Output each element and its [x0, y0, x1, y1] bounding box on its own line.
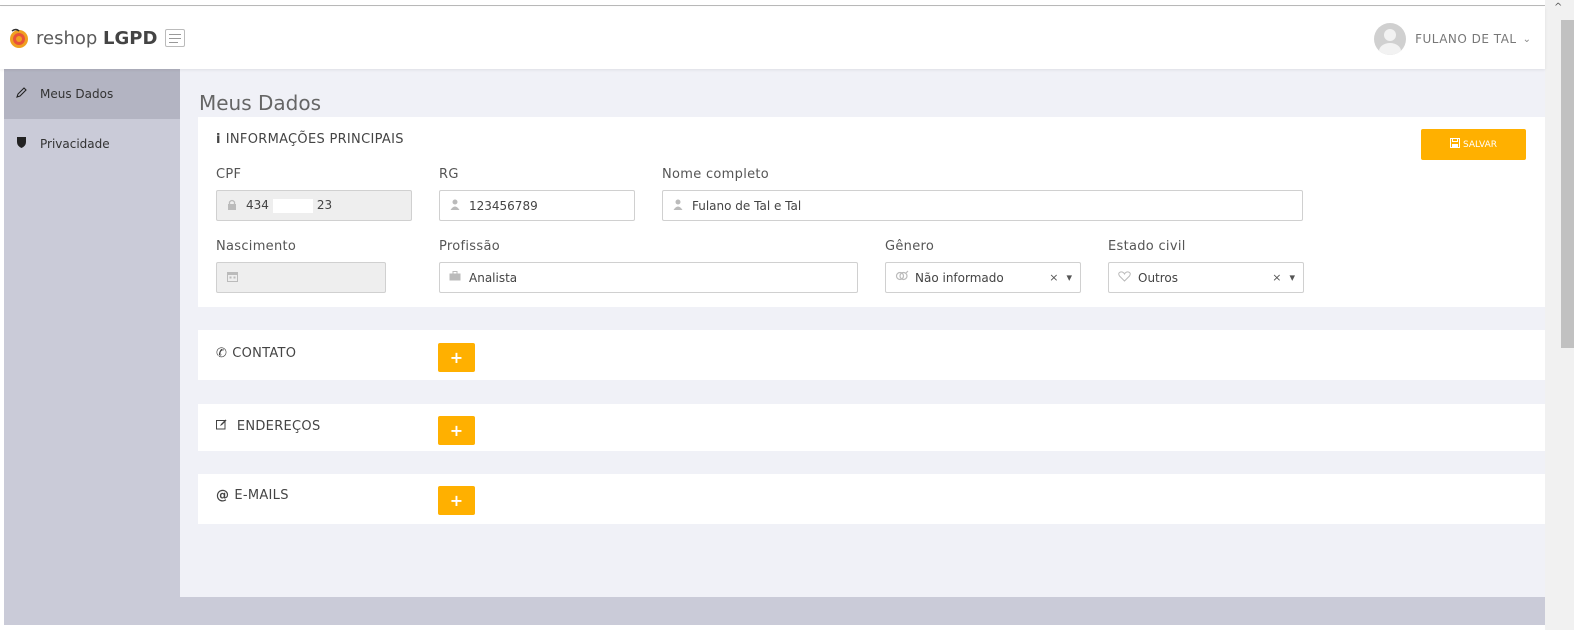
rg-value: 123456789: [469, 198, 538, 213]
brand-name: reshop LGPD: [36, 27, 158, 49]
brand-logo[interactable]: reshop LGPD: [8, 27, 186, 49]
sidebar: Meus Dados Privacidade: [4, 69, 180, 625]
sidebar-item-label: Privacidade: [40, 137, 110, 151]
edit-icon: [216, 419, 232, 434]
floppy-disk-icon: [1449, 138, 1460, 151]
calendar-icon: [226, 271, 238, 285]
contato-title: ✆ CONTATO: [216, 346, 297, 361]
clear-icon[interactable]: ×: [1272, 271, 1281, 284]
contato-card: ✆ CONTATO +: [198, 330, 1545, 380]
caret-down-icon[interactable]: ▾: [1066, 271, 1072, 284]
add-contato-button[interactable]: +: [438, 343, 475, 372]
user-name: FULANO DE TAL: [1415, 32, 1517, 46]
briefcase-icon: [449, 271, 461, 284]
rg-field[interactable]: 123456789: [439, 190, 635, 221]
brand-logo-icon: [10, 28, 28, 48]
nome-field[interactable]: Fulano de Tal e Tal: [662, 190, 1303, 221]
sidebar-item-label: Meus Dados: [40, 87, 114, 101]
scrollbar-thumb[interactable]: [1561, 20, 1574, 348]
estado-civil-label: Estado civil: [1108, 239, 1186, 254]
main-info-title: i INFORMAÇÕES PRINCIPAIS: [216, 132, 404, 147]
cpf-redaction: [272, 198, 313, 213]
profissao-value: Analista: [469, 270, 518, 285]
user-menu[interactable]: FULANO DE TAL ⌄: [1374, 23, 1531, 55]
enderecos-card: ENDEREÇOS +: [198, 404, 1545, 451]
user-icon: [672, 199, 684, 213]
estado-civil-select[interactable]: Outros × ▾: [1108, 262, 1304, 293]
enderecos-title: ENDEREÇOS: [216, 419, 321, 434]
rg-label: RG: [439, 167, 459, 182]
genero-select[interactable]: Não informado × ▾: [885, 262, 1081, 293]
scrollbar[interactable]: ^: [1545, 0, 1574, 630]
sidebar-item-privacidade[interactable]: Privacidade: [4, 119, 180, 169]
chevron-down-icon: ⌄: [1522, 33, 1531, 45]
cpf-label: CPF: [216, 167, 242, 182]
pencil-icon: [14, 86, 28, 102]
main-content: Meus Dados i INFORMAÇÕES PRINCIPAIS SALVA…: [180, 69, 1545, 597]
avatar: [1374, 23, 1407, 55]
page-title: Meus Dados: [199, 91, 322, 115]
cpf-value-end: 23: [316, 198, 333, 213]
app-header: reshop LGPD FULANO DE TAL ⌄: [0, 7, 1545, 69]
genero-value: Não informado: [915, 270, 1004, 285]
at-icon: @: [216, 488, 230, 503]
heart-icon: [1118, 270, 1131, 285]
profissao-label: Profissão: [439, 239, 500, 254]
emails-card: @ E-MAILS +: [198, 474, 1545, 524]
main-info-card: i INFORMAÇÕES PRINCIPAIS SALVAR CPF 434 23…: [198, 117, 1545, 307]
nome-value: Fulano de Tal e Tal: [692, 198, 802, 213]
shield-icon: [14, 136, 28, 152]
genero-label: Gênero: [885, 239, 935, 254]
cpf-field: 434 23: [216, 190, 412, 221]
nome-label: Nome completo: [662, 167, 770, 182]
profissao-field[interactable]: Analista: [439, 262, 858, 293]
nascimento-field: [216, 262, 386, 293]
info-icon: i: [216, 132, 221, 147]
gender-icon: [895, 270, 909, 285]
nascimento-label: Nascimento: [216, 239, 297, 254]
browser-top-bar: [0, 0, 1545, 6]
user-icon: [449, 199, 461, 213]
menu-toggle-icon[interactable]: [165, 29, 186, 47]
add-endereco-button[interactable]: +: [438, 416, 475, 445]
cpf-value-start: 434: [246, 198, 269, 213]
emails-title: @ E-MAILS: [216, 488, 289, 503]
phone-icon: ✆: [216, 346, 228, 361]
clear-icon[interactable]: ×: [1049, 271, 1058, 284]
footer-strip: [180, 597, 1545, 625]
estado-civil-value: Outros: [1138, 270, 1179, 285]
add-email-button[interactable]: +: [438, 486, 475, 515]
save-button[interactable]: SALVAR: [1421, 129, 1526, 160]
lock-icon: [226, 199, 238, 213]
sidebar-item-meus-dados[interactable]: Meus Dados: [4, 69, 180, 119]
scroll-up-icon[interactable]: ^: [1554, 2, 1562, 13]
caret-down-icon[interactable]: ▾: [1289, 271, 1295, 284]
